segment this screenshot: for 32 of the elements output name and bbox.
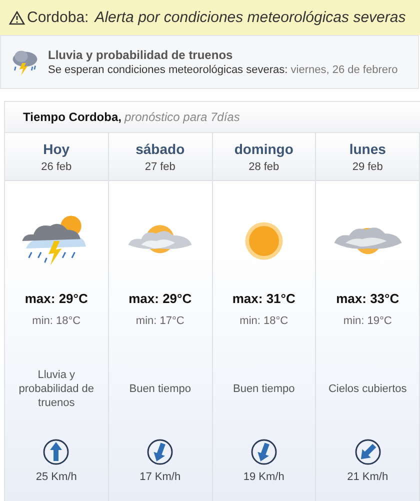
max-temperature: max: 29°C bbox=[128, 291, 192, 306]
weather-description: Buen tiempo bbox=[128, 382, 192, 397]
min-temperature: min: 17°C bbox=[136, 315, 184, 327]
min-temperature: min: 18°C bbox=[240, 315, 288, 327]
forecast-subtitle: pronóstico para 7días bbox=[124, 110, 240, 124]
weather-description: Buen tiempo bbox=[232, 382, 296, 397]
warning-title: Lluvia y probabilidad de truenos bbox=[48, 48, 234, 62]
forecast-title: Tiempo Cordoba, bbox=[23, 110, 122, 124]
min-temperature: min: 19°C bbox=[343, 315, 392, 327]
day-name[interactable]: lunes bbox=[349, 140, 386, 156]
day-date: 27 feb bbox=[144, 160, 176, 172]
max-temperature: max: 33°C bbox=[336, 291, 400, 306]
day-name[interactable]: sábado bbox=[136, 140, 185, 156]
day-name[interactable]: domingo bbox=[234, 140, 294, 156]
wind-speed: 25 Km/h bbox=[36, 471, 77, 483]
alert-location: Cordoba: bbox=[27, 9, 89, 26]
day-date: 28 feb bbox=[248, 160, 280, 172]
warning-date: viernes, 26 de febrero bbox=[290, 64, 398, 76]
day-date: 26 feb bbox=[41, 160, 72, 172]
warning-text: Se esperan condiciones meteorológicas severas: bbox=[48, 64, 288, 76]
min-temperature: min: 18°C bbox=[32, 315, 81, 327]
max-temperature: max: 31°C bbox=[232, 291, 296, 306]
day-name[interactable]: Hoy bbox=[43, 140, 70, 156]
alert-message: Alerta por condiciones meteorológicas severas bbox=[94, 9, 406, 26]
wind-speed: 21 Km/h bbox=[347, 471, 388, 483]
wind-speed: 17 Km/h bbox=[140, 471, 181, 483]
max-temperature: max: 29°C bbox=[24, 291, 88, 306]
weather-description: Lluvia y probabilidad de truenos bbox=[18, 368, 95, 412]
weather-description: Cielos cubiertos bbox=[327, 382, 408, 397]
day-date: 29 feb bbox=[352, 160, 383, 172]
wind-speed: 19 Km/h bbox=[243, 471, 284, 483]
warning-icon bbox=[9, 10, 25, 24]
